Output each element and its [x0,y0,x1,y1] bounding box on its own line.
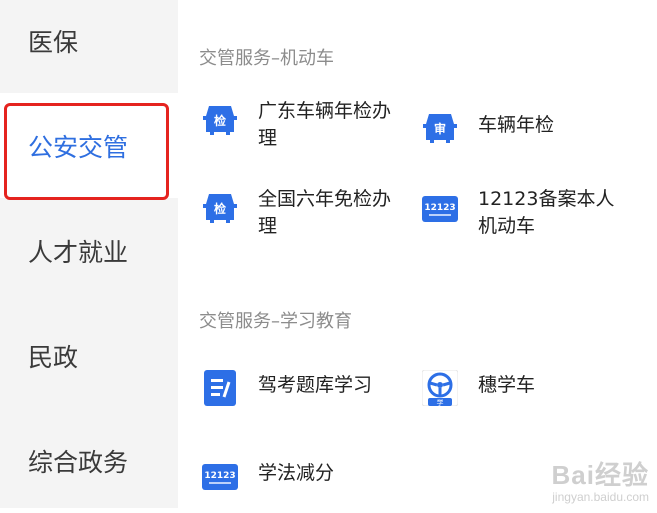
watermark-domain: jingyan.baidu.com [552,490,649,504]
sidebar-item-label: 公安交管 [28,132,129,162]
sidebar-item-employment[interactable]: 人才就业 [0,198,178,303]
service-guangdong-annual-inspection[interactable]: 检 广东车辆年检办 理 [202,98,398,152]
service-label: 学法减分 [258,462,335,484]
service-national-six-year-exemption[interactable]: 检 全国六年免检办 理 [202,186,398,240]
service-12123-register-vehicle[interactable]: 12123 12123备案本人 机动车 [422,186,618,240]
section-title-learning: 交管服务–学习教育 [199,311,352,332]
app-12123-icon: 12123 [202,464,238,490]
service-sui-learn-driving[interactable]: 学 穗学车 [422,364,618,406]
service-driving-test-question-bank[interactable]: 驾考题库学习 [202,364,398,406]
sidebar-item-label: 人才就业 [28,237,129,267]
service-label: 车辆年检 [478,114,555,136]
service-label: 驾考题库学习 [258,374,373,396]
app-12123-icon: 12123 [422,196,458,222]
sidebar-item-label: 医保 [28,27,79,57]
service-panel: 交管服务–机动车 检 广东车辆年检办 理 审 车辆年检 检 全国六年免检办 理 [178,0,657,508]
svg-text:12123: 12123 [424,203,455,213]
service-label: 穗学车 [478,374,536,396]
sidebar-item-medical-insurance[interactable]: 医保 [0,0,178,93]
sidebar-item-civil-affairs[interactable]: 民政 [0,303,178,408]
sidebar-item-label: 综合政务 [28,447,129,477]
sidebar-item-label: 民政 [28,342,79,372]
car-inspect-icon: 检 [203,106,237,135]
svg-text:检: 检 [214,201,226,216]
car-review-icon: 审 [423,114,457,143]
service-label: 广东车辆年检办 理 [258,100,392,149]
service-label: 全国六年免检办 理 [258,188,392,237]
car-inspect-icon: 检 [203,194,237,223]
watermark: Bai经验 jingyan.baidu.com [552,455,649,504]
service-law-study-point-reduction[interactable]: 12123 学法减分 [202,452,398,494]
sidebar-item-general-affairs[interactable]: 综合政务 [0,408,178,513]
svg-text:学: 学 [437,398,444,406]
sidebar: 医保 公安交管 人才就业 民政 综合政务 [0,0,178,508]
svg-text:审: 审 [434,121,446,136]
section-title-vehicles: 交管服务–机动车 [199,48,334,69]
svg-text:检: 检 [214,113,226,128]
service-vehicle-annual-inspection[interactable]: 审 车辆年检 [422,104,618,146]
sidebar-item-public-security-traffic[interactable]: 公安交管 [0,93,178,198]
service-label: 12123备案本人 机动车 [478,188,615,237]
steering-wheel-icon: 学 [422,370,458,406]
watermark-brand: Bai经验 [551,460,649,490]
svg-text:12123: 12123 [204,471,235,481]
quiz-icon [204,370,236,406]
